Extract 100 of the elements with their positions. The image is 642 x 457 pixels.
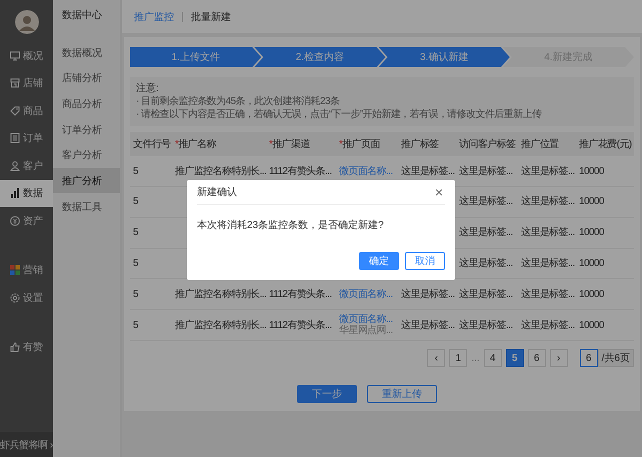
bar-chart-icon: [10, 188, 20, 198]
table-cell-text: 10000: [578, 166, 605, 177]
table-cell-text: 这里是标签...: [520, 288, 576, 300]
table-cell-text: 这里是标签...: [458, 288, 514, 300]
column-header: *推广渠道: [268, 138, 311, 150]
table-cell-text: 这里是标签...: [458, 196, 514, 208]
table-cell-text: 10000: [578, 227, 605, 238]
dialog-button[interactable]: 确定: [359, 252, 399, 270]
page-total: /共6页: [598, 349, 634, 367]
coin-icon: [10, 216, 20, 226]
table-cell-text: 这里是标签...: [458, 166, 514, 177]
page-link[interactable]: 微页面名称...: [339, 288, 393, 300]
account-menu[interactable]: 虾兵蟹将啊 ›: [0, 432, 53, 457]
action-button[interactable]: 下一步: [297, 385, 357, 403]
notice-text: · 目前剩余监控条数为45条，此次创建将消耗23条: [136, 95, 340, 108]
column-header: *推广名称: [174, 138, 217, 150]
table-cell-text: 推广监控名称特别长...: [174, 166, 266, 177]
notice-title: 注意:: [136, 82, 160, 96]
page-button[interactable]: 4: [484, 349, 502, 367]
page-button[interactable]: 5: [506, 349, 524, 367]
table-cell-text: 这里是标签...: [520, 166, 576, 177]
table-cell-text: 这里是标签...: [520, 258, 576, 269]
column-header: 文件行号: [132, 138, 172, 150]
table-cell-text: 5: [132, 227, 140, 238]
nav-item[interactable]: 概况: [0, 42, 53, 70]
table-cell-text: 这里是标签...: [520, 227, 576, 238]
nav-item[interactable]: 数据: [0, 180, 53, 207]
step: 2.检查内容: [254, 47, 386, 68]
column-header: 访问客户标签: [458, 138, 516, 150]
subnav-item[interactable]: 客户分析: [53, 142, 120, 168]
page-link[interactable]: 微页面名称...: [339, 314, 393, 326]
subnav-item[interactable]: 数据概况: [53, 40, 120, 65]
table-cell-text: 推广监控名称特别长...: [174, 320, 266, 331]
breadcrumb-item: 批量新建: [191, 10, 231, 24]
column-header: *推广页面: [338, 138, 381, 150]
table-cell-text: 这里是标签...: [458, 227, 514, 238]
nav-item[interactable]: 店铺: [0, 70, 53, 97]
subnav-item[interactable]: 订单分析: [53, 117, 120, 142]
subnav-item[interactable]: 推广分析: [53, 168, 120, 194]
table-cell-text: 这里是标签...: [458, 320, 514, 331]
notice-text: · 请检查以下内容是否正确，若确认无误，点击“下一步”开始新建，若有误，请修改文件后重新上传: [136, 108, 543, 122]
breadcrumb-separator: [182, 12, 183, 22]
table-cell-text: 10000: [578, 196, 605, 208]
table-cell-text: 5: [132, 288, 140, 300]
column-header: 推广位置: [520, 138, 560, 150]
tag-icon: [10, 106, 20, 116]
dialog-message: 本次将消耗23条监控条数，是否确定新建?: [197, 218, 385, 232]
squares-icon: [10, 265, 20, 276]
table-cell-text: 5: [132, 320, 140, 331]
avatar[interactable]: [14, 10, 38, 34]
table-cell-text: 这里是标签...: [520, 320, 576, 331]
nav-item[interactable]: 商品: [0, 97, 53, 124]
nav-item[interactable]: 订单: [0, 124, 53, 152]
page-jump-field[interactable]: 6: [580, 349, 598, 367]
page-button[interactable]: 1: [449, 349, 468, 367]
close-button[interactable]: ×: [432, 185, 445, 199]
page-subtitle: 华星网点网...: [339, 325, 393, 336]
monitor-icon: [10, 50, 20, 61]
table-cell-text: 10000: [578, 320, 605, 331]
thumbs-up-icon: [10, 342, 20, 352]
action-button[interactable]: 重新上传: [367, 385, 437, 403]
dialog-title: 新建确认: [197, 186, 237, 199]
step: 3.确认新建: [378, 47, 510, 68]
table-cell-text: 这里是标签...: [400, 166, 456, 177]
table-cell-text: 10000: [578, 288, 605, 300]
table-cell-text: 这里是标签...: [520, 196, 576, 208]
table-cell-text: 1112有赞头条...: [268, 166, 332, 177]
person-icon: [10, 160, 20, 171]
subnav-item[interactable]: 数据工具: [53, 194, 120, 220]
table-cell-text: 这里是标签...: [400, 320, 456, 331]
previous-page-button[interactable]: ‹: [427, 349, 446, 367]
page-link[interactable]: 微页面名称...: [339, 166, 393, 177]
next-page-button[interactable]: ›: [550, 349, 568, 367]
column-header: 推广标签: [400, 138, 440, 150]
nav-item[interactable]: 营销: [0, 256, 53, 284]
subnav-item[interactable]: 商品分析: [53, 91, 120, 116]
subnav-item[interactable]: 店铺分析: [53, 66, 120, 91]
table-cell-text: 1112有赞头条...: [268, 320, 332, 331]
table-cell-text: 5: [132, 166, 140, 177]
table-cell-text: 这里是标签...: [458, 258, 514, 269]
column-header: 推广花费(元): [578, 138, 632, 150]
step: 1.上传文件: [130, 47, 262, 68]
section-title: 数据中心: [61, 8, 103, 23]
settings-icon: [10, 292, 20, 303]
table-cell-text: 5: [132, 258, 140, 269]
nav-item[interactable]: 资产: [0, 207, 53, 234]
breadcrumb-item[interactable]: 推广监控: [134, 10, 174, 24]
table-cell-text: 1112有赞头条...: [268, 288, 332, 300]
nav-item[interactable]: 有赞: [0, 334, 53, 361]
document-icon: [10, 133, 20, 144]
table-cell-text: 5: [132, 196, 140, 208]
shop-icon: [10, 78, 20, 88]
table-cell-text: 这里是标签...: [400, 288, 456, 300]
page-ellipsis: ...: [471, 352, 480, 364]
dialog-button[interactable]: 取消: [405, 252, 445, 270]
nav-item[interactable]: 客户: [0, 152, 53, 180]
table-cell-text: 推广监控名称特别长...: [174, 288, 266, 300]
table-cell-text: 10000: [578, 258, 605, 269]
nav-item[interactable]: 设置: [0, 284, 53, 312]
page-button[interactable]: 6: [528, 349, 546, 367]
